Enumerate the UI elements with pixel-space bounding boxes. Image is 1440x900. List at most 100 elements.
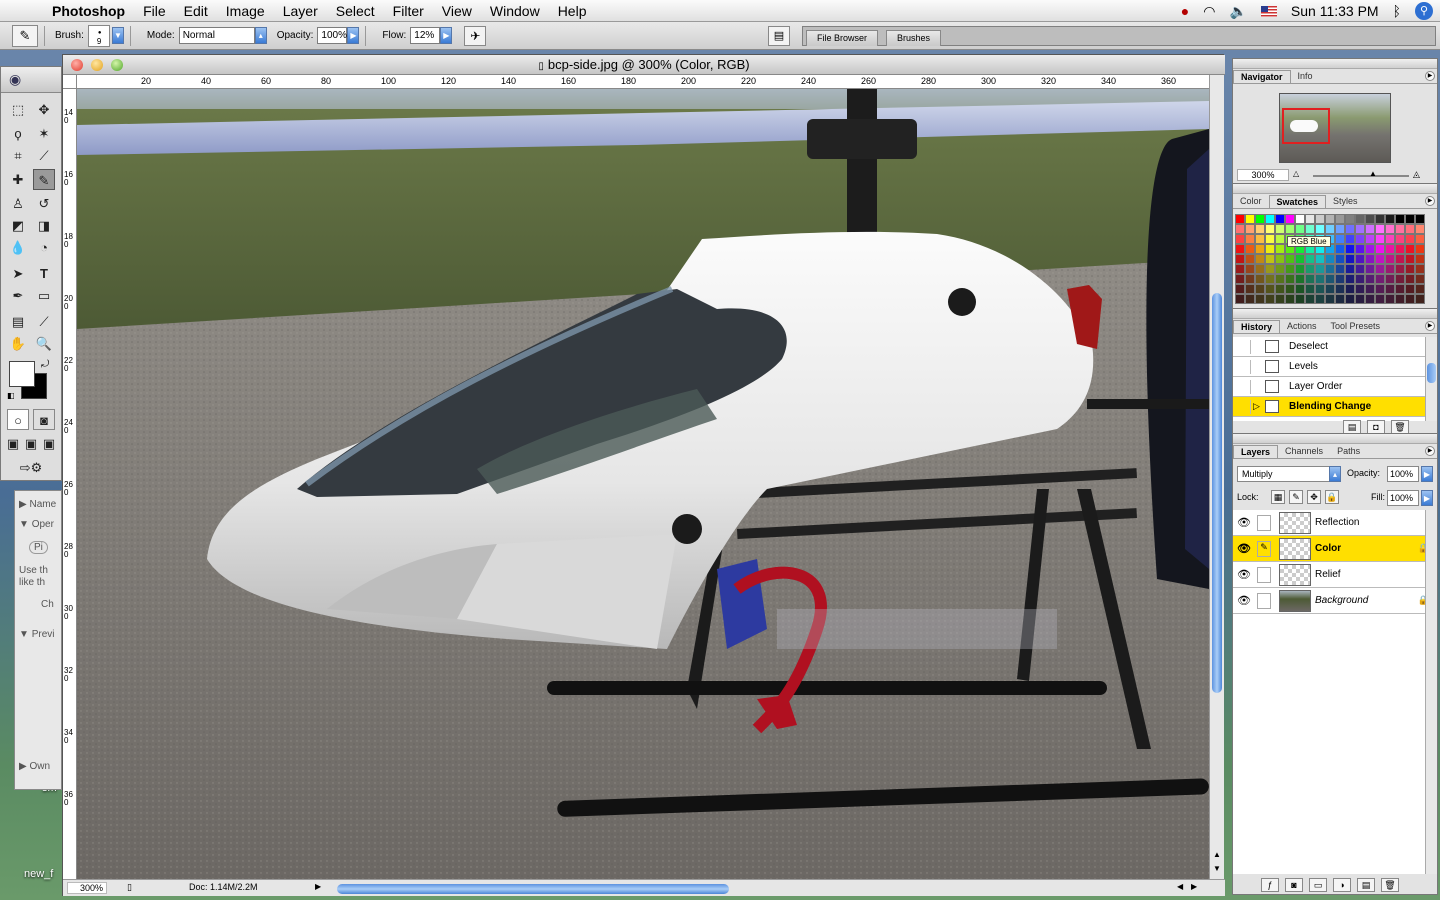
color-swatch[interactable] [1385, 284, 1395, 294]
color-swatch[interactable] [1365, 254, 1375, 264]
color-swatch[interactable] [1265, 244, 1275, 254]
color-swatch[interactable] [1315, 264, 1325, 274]
zoom-level-field[interactable]: 300% [67, 882, 107, 894]
layer-link-toggle[interactable] [1257, 567, 1271, 583]
menu-window[interactable]: Window [481, 3, 549, 19]
color-swatch[interactable] [1285, 264, 1295, 274]
ruler-origin[interactable] [63, 75, 77, 89]
well-tab-brushes[interactable]: Brushes [886, 30, 942, 46]
color-swatch[interactable] [1365, 224, 1375, 234]
input-flag-icon[interactable] [1260, 5, 1277, 17]
color-swatch[interactable] [1385, 224, 1395, 234]
color-swatch[interactable] [1235, 254, 1245, 264]
color-swatch[interactable] [1325, 254, 1335, 264]
color-swatch[interactable] [1265, 234, 1275, 244]
color-swatch[interactable] [1325, 284, 1335, 294]
color-swatch[interactable] [1385, 244, 1395, 254]
color-swatch[interactable] [1365, 214, 1375, 224]
color-swatch[interactable] [1235, 274, 1245, 284]
color-swatch[interactable] [1325, 264, 1335, 274]
brush-preview[interactable]: ● 9 [87, 24, 110, 47]
color-swatch[interactable] [1285, 274, 1295, 284]
color-swatch[interactable] [1315, 294, 1325, 304]
zoom-out-icon[interactable]: △ [1293, 169, 1299, 178]
opacity-slider-arrow-icon[interactable]: ▶ [347, 27, 360, 44]
fill-input[interactable]: 100% [1387, 490, 1419, 506]
vertical-ruler[interactable]: 140 160 180 200 220 240 260 280 300 320 340 360 [63, 89, 77, 879]
status-menu-arrow-icon[interactable]: ▶ [315, 882, 321, 891]
color-swatch[interactable] [1355, 274, 1365, 284]
tab-color[interactable]: Color [1233, 195, 1269, 208]
color-swatch[interactable] [1325, 214, 1335, 224]
history-source-checkbox[interactable] [1237, 340, 1251, 354]
color-swatch[interactable] [1295, 224, 1305, 234]
color-swatch[interactable] [1265, 274, 1275, 284]
color-swatch[interactable] [1355, 264, 1365, 274]
color-swatch[interactable] [1295, 254, 1305, 264]
palette-title-bar[interactable] [1233, 184, 1437, 194]
palette-title-bar[interactable] [1233, 434, 1437, 444]
color-swatch[interactable] [1305, 284, 1315, 294]
color-swatch[interactable] [1405, 244, 1415, 254]
blend-mode-select[interactable]: Multiply [1237, 466, 1333, 482]
color-swatch[interactable] [1395, 284, 1405, 294]
scroll-right-arrow-icon[interactable]: ▶ [1191, 882, 1197, 891]
color-swatch[interactable] [1415, 264, 1425, 274]
color-swatch[interactable] [1285, 284, 1295, 294]
hand-tool-icon[interactable]: ✋ [7, 333, 29, 354]
status-info-icon[interactable]: ▯ [127, 882, 132, 893]
color-swatch[interactable] [1345, 284, 1355, 294]
layer-opacity-input[interactable]: 100% [1387, 466, 1419, 482]
color-swatch[interactable] [1245, 294, 1255, 304]
notes-tool-icon[interactable]: ▤ [7, 311, 29, 332]
layer-row-selected[interactable]: 👁 ✎ Color 🔒 [1233, 536, 1437, 562]
lock-position-icon[interactable]: ✥ [1307, 490, 1321, 504]
color-swatch[interactable] [1395, 264, 1405, 274]
file-browser-row[interactable]: ▼ Previ [19, 629, 54, 640]
add-mask-icon[interactable]: ◙ [1285, 878, 1303, 892]
color-swatch[interactable] [1345, 224, 1355, 234]
tab-swatches[interactable]: Swatches [1268, 195, 1327, 208]
color-swatch[interactable] [1395, 294, 1405, 304]
color-swatch[interactable] [1255, 274, 1265, 284]
file-browser-row[interactable]: ▼ Oper [19, 519, 54, 530]
color-swatch[interactable] [1275, 234, 1285, 244]
color-swatch[interactable] [1355, 294, 1365, 304]
color-swatch[interactable] [1335, 214, 1345, 224]
color-swatch[interactable] [1245, 284, 1255, 294]
document-title-bar[interactable]: ▯ bcp-side.jpg @ 300% (Color, RGB) [63, 55, 1225, 75]
eraser-tool-icon[interactable]: ◩ [7, 215, 29, 236]
slice-tool-icon[interactable]: ⟋ [33, 145, 55, 166]
tab-navigator[interactable]: Navigator [1233, 70, 1291, 83]
spotlight-icon[interactable]: ⚲ [1415, 2, 1433, 20]
color-swatch[interactable] [1305, 224, 1315, 234]
horizontal-ruler[interactable]: 20 40 60 80 100 120 140 160 180 200 220 240 260 280 30… [77, 75, 1209, 89]
flow-slider-arrow-icon[interactable]: ▶ [440, 27, 453, 44]
lasso-tool-icon[interactable]: ϙ [7, 123, 29, 144]
color-swatch[interactable] [1335, 274, 1345, 284]
color-swatch[interactable] [1415, 294, 1425, 304]
color-swatch[interactable] [1345, 234, 1355, 244]
color-swatch[interactable] [1335, 254, 1345, 264]
quick-mask-mode-icon[interactable]: ◙ [33, 409, 55, 430]
color-swatch[interactable] [1285, 224, 1295, 234]
color-swatch[interactable] [1375, 274, 1385, 284]
navigator-thumbnail[interactable] [1279, 93, 1391, 163]
layer-opacity-arrow-icon[interactable]: ▶ [1421, 466, 1433, 482]
history-brush-tool-icon[interactable]: ↺ [33, 193, 55, 214]
lock-image-pixels-icon[interactable]: ✎ [1289, 490, 1303, 504]
horizontal-scroll-thumb[interactable] [337, 884, 729, 894]
menu-edit[interactable]: Edit [175, 3, 217, 19]
clone-stamp-tool-icon[interactable]: ♙ [7, 193, 29, 214]
color-swatch[interactable] [1365, 274, 1375, 284]
move-tool-icon[interactable]: ✥ [33, 99, 55, 120]
color-swatch[interactable] [1335, 264, 1345, 274]
layer-link-toggle[interactable] [1257, 593, 1271, 609]
palette-menu-icon[interactable]: ▶ [1425, 321, 1435, 331]
color-swatch[interactable] [1385, 274, 1395, 284]
tab-tool-presets[interactable]: Tool Presets [1324, 320, 1388, 333]
color-swatch[interactable] [1285, 214, 1295, 224]
color-swatch[interactable] [1375, 284, 1385, 294]
color-swatch[interactable] [1265, 264, 1275, 274]
color-swatch[interactable] [1275, 254, 1285, 264]
